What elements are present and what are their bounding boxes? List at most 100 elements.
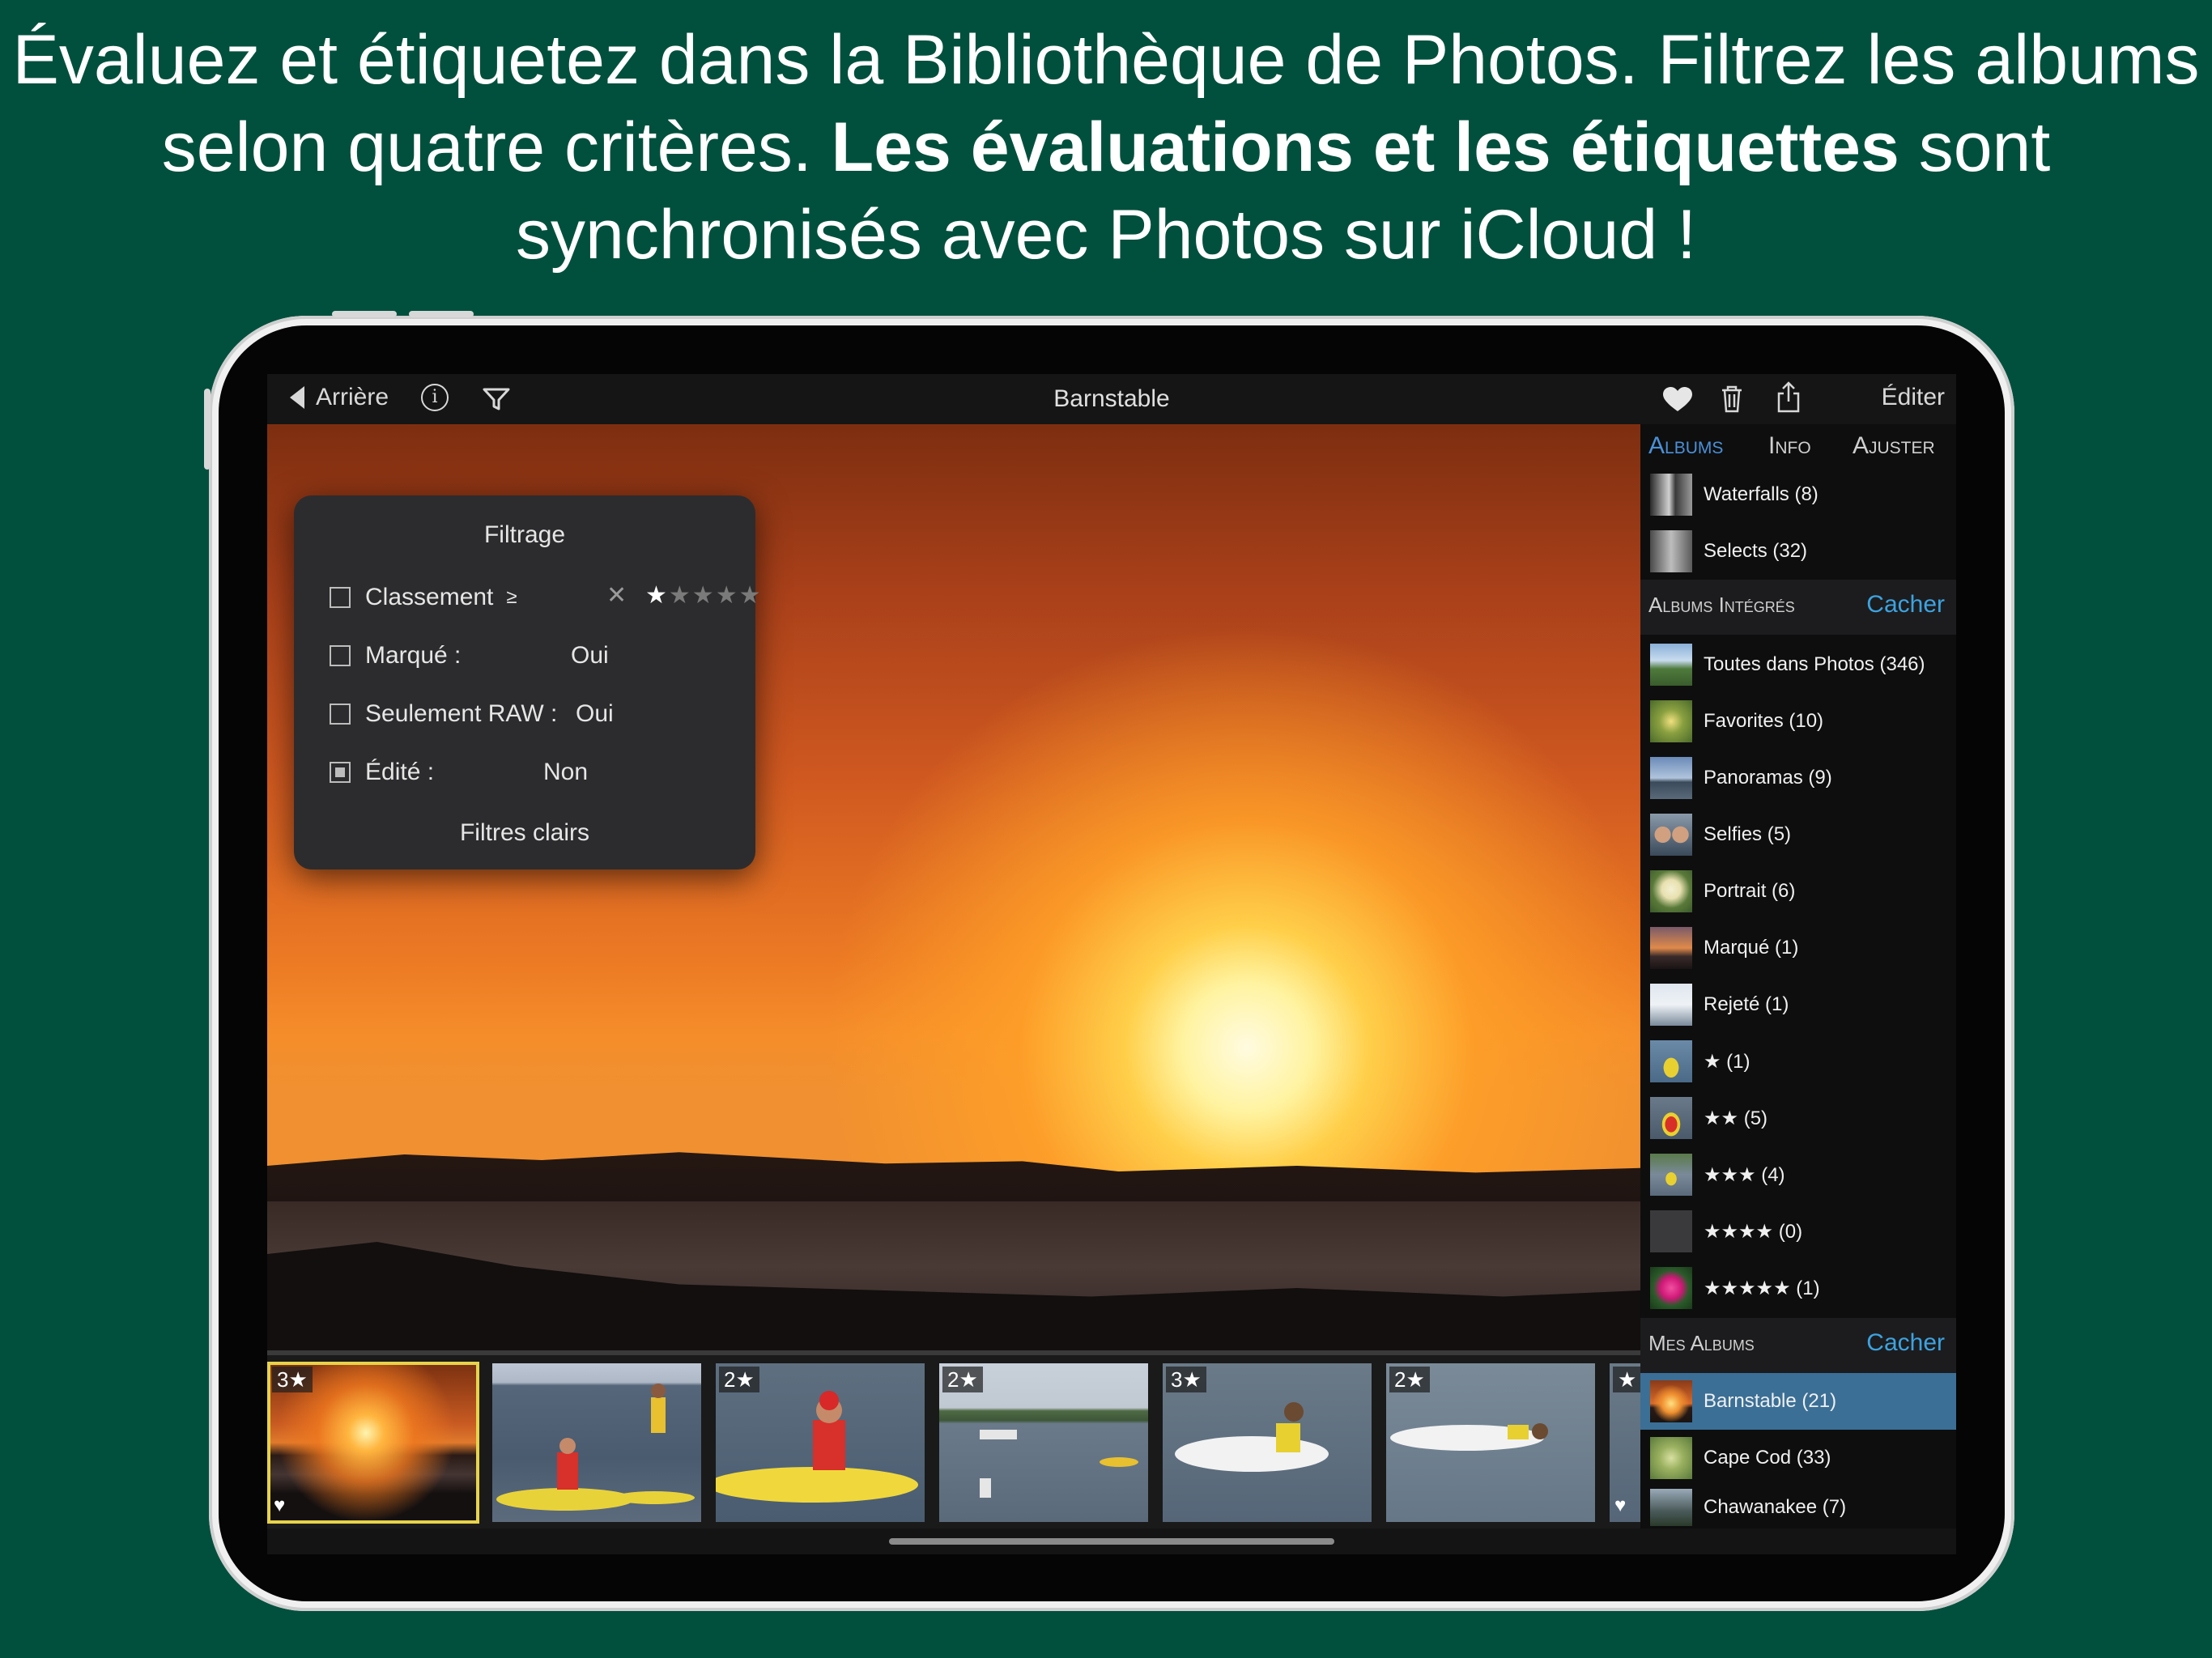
flagged-checkbox[interactable] (330, 645, 351, 666)
album-thumbnail (1650, 1267, 1692, 1309)
heart-icon: ♥ (274, 1494, 286, 1516)
back-triangle-icon (290, 386, 304, 409)
raw-checkbox[interactable] (330, 704, 351, 725)
album-row[interactable]: Portrait (6) (1640, 863, 1956, 920)
album-row[interactable]: Marqué (1) (1640, 920, 1956, 976)
album-row[interactable]: Toutes dans Photos (346) (1640, 636, 1956, 693)
filter-row-edited[interactable]: Édité : Non (330, 756, 734, 789)
album-label: ★★★ (4) (1704, 1163, 1785, 1186)
rating-operator: ≥ (506, 586, 517, 608)
rating-badge: 2★ (1389, 1367, 1430, 1392)
edited-checkbox[interactable] (330, 762, 351, 783)
info-icon[interactable]: i (421, 384, 449, 411)
filmstrip-thumb[interactable] (492, 1363, 701, 1522)
share-icon[interactable] (1776, 380, 1801, 413)
headline: Évaluez et étiquetez dans la Bibliothèqu… (0, 16, 2212, 278)
filter-row-rating[interactable]: Classement ≥ ✕ ★★★★★ (330, 581, 760, 614)
album-row[interactable]: ★★★★★ (1) (1640, 1260, 1956, 1316)
popover-title: Filtrage (483, 521, 566, 548)
edited-value[interactable]: Non (543, 759, 588, 786)
filmstrip-thumb[interactable]: ★ ♥ (1610, 1363, 1640, 1522)
album-row[interactable]: Panoramas (9) (1640, 750, 1956, 806)
sidebar-tabs: Albums Info Ajuster (1640, 432, 1956, 466)
heart-icon[interactable] (1663, 387, 1692, 413)
album-row[interactable]: Favorites (10) (1640, 693, 1956, 750)
album-row[interactable]: Rejeté (1) (1640, 976, 1956, 1033)
headline-line-2-pre: selon quatre critères. (161, 108, 832, 186)
album-thumbnail (1650, 530, 1692, 572)
rating-badge: 3★ (272, 1367, 313, 1392)
album-label: ★★ (5) (1704, 1107, 1768, 1129)
album-thumbnail (1650, 814, 1692, 856)
trash-icon[interactable] (1720, 384, 1744, 413)
headline-line-2: selon quatre critères. Les évaluations e… (0, 104, 2212, 191)
filmstrip-thumb[interactable]: 2★ (716, 1363, 925, 1522)
edit-button[interactable]: Éditer (1882, 384, 1945, 411)
app-screen: Arrière i Barnstable Filtrage Classement… (267, 374, 1956, 1554)
album-thumbnail (1650, 870, 1692, 912)
album-row[interactable]: Chawanakee (7) (1640, 1486, 1956, 1528)
hide-my-albums-button[interactable]: Cacher (1866, 1329, 1945, 1357)
filmstrip-thumb[interactable]: 3★ (1163, 1363, 1372, 1522)
album-label: Rejeté (1) (1704, 993, 1789, 1015)
ipad-top-button-1 (332, 311, 397, 317)
rating-stars-empty: ★★★★ (668, 582, 763, 609)
album-thumbnail (1650, 1437, 1692, 1479)
funnel-icon[interactable] (483, 387, 510, 411)
hide-integrated-button[interactable]: Cacher (1866, 591, 1945, 619)
album-thumbnail (1650, 984, 1692, 1026)
clear-rating-icon[interactable]: ✕ (606, 581, 627, 610)
filter-row-flagged[interactable]: Marqué : Oui (330, 640, 734, 672)
rating-checkbox[interactable] (330, 587, 351, 608)
album-row[interactable]: Selfies (5) (1640, 806, 1956, 863)
rating-badge: 2★ (942, 1367, 983, 1392)
rating-stars-filled: ★ (645, 582, 669, 609)
thumb-kayak (496, 1384, 695, 1511)
tab-albums[interactable]: Albums (1648, 432, 1723, 460)
album-label: Panoramas (9) (1704, 767, 1832, 789)
tab-info[interactable]: Info (1768, 432, 1811, 460)
ipad-top-button-2 (409, 311, 474, 317)
album-row[interactable]: ★ (1) (1640, 1033, 1956, 1090)
sidebar-toolbar: Éditer (1640, 374, 1956, 424)
section-my-albums: Mes Albums Cacher (1640, 1318, 1956, 1373)
edited-label: Édité : (365, 759, 435, 785)
headline-line-1: Évaluez et étiquetez dans la Bibliothèqu… (12, 21, 2200, 99)
album-row[interactable]: ★★★★ (0) (1640, 1203, 1956, 1260)
home-indicator[interactable] (889, 1538, 1334, 1545)
album-label: ★★★★★ (1) (1704, 1277, 1820, 1299)
filmstrip-thumb[interactable]: 2★ (939, 1363, 1148, 1522)
filmstrip-thumb[interactable]: 2★ (1386, 1363, 1595, 1522)
back-label: Arrière (316, 384, 389, 410)
album-row[interactable]: ★★ (5) (1640, 1090, 1956, 1146)
album-row[interactable]: Waterfalls (8) (1640, 466, 1956, 523)
album-label: Marqué (1) (1704, 937, 1799, 959)
section-title: Albums Intégrés (1648, 593, 1795, 617)
sidebar: Éditer Albums Info Ajuster Waterfalls (8… (1640, 374, 1956, 1528)
clear-filters-button[interactable]: Filtres clairs (294, 819, 755, 847)
album-row[interactable]: ★★★ (4) (1640, 1146, 1956, 1203)
heart-icon: ♥ (1614, 1494, 1627, 1516)
rating-label: Classement (365, 584, 494, 610)
album-label: Selects (32) (1704, 540, 1808, 562)
rating-badge: 2★ (719, 1367, 759, 1392)
album-row[interactable]: Selects (32) (1640, 523, 1956, 580)
filter-popover: Filtrage Classement ≥ ✕ ★★★★★ Marqué : O… (294, 495, 760, 869)
album-label: Barnstable (21) (1704, 1390, 1837, 1412)
raw-value[interactable]: Oui (576, 700, 614, 728)
rating-stars[interactable]: ★★★★★ (645, 581, 762, 610)
main-photo[interactable]: Filtrage Classement ≥ ✕ ★★★★★ Marqué : O… (267, 424, 1640, 1350)
album-row[interactable]: Cape Cod (33) (1640, 1430, 1956, 1486)
back-button[interactable]: Arrière (290, 384, 389, 411)
album-row[interactable]: Barnstable (21) (1640, 1373, 1956, 1430)
tab-ajuster[interactable]: Ajuster (1853, 432, 1935, 460)
album-label: Portrait (6) (1704, 880, 1796, 902)
album-thumbnail (1650, 1210, 1692, 1252)
flagged-value[interactable]: Oui (571, 642, 609, 670)
filter-row-raw[interactable]: Seulement RAW : Oui (330, 698, 734, 730)
headline-line-2-bold: Les évaluations et les étiquettes (831, 108, 1899, 186)
album-thumbnail (1650, 1040, 1692, 1082)
filmstrip-thumb[interactable]: 3★ ♥ (267, 1362, 479, 1524)
filmstrip-divider (267, 1350, 1640, 1355)
album-label: Cape Cod (33) (1704, 1447, 1831, 1469)
